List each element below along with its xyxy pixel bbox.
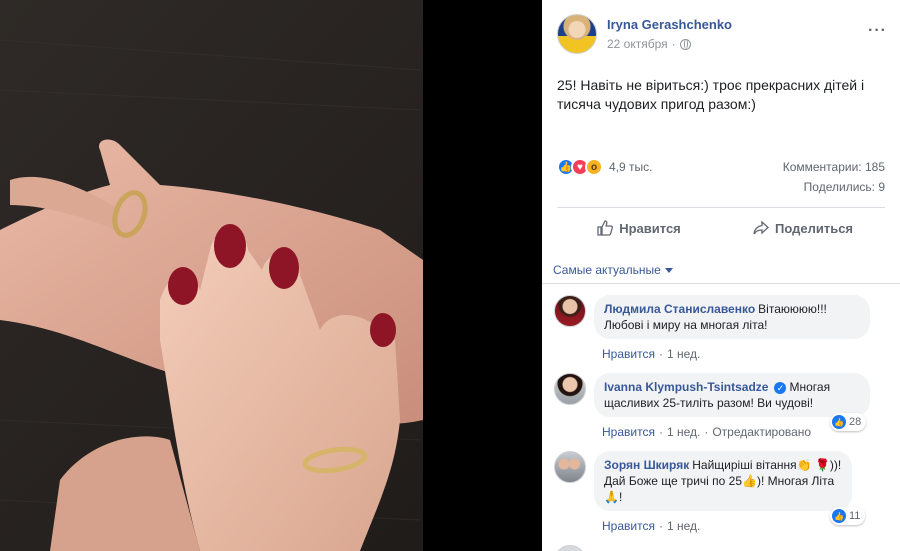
post-panel: Iryna Gerashchenko 22 октября · ··· 25! …: [542, 0, 900, 551]
divider: [557, 207, 885, 208]
caret-down-icon: [664, 268, 673, 274]
comment-text: )! Многая Літа: [756, 474, 835, 488]
share-button-label: Поделиться: [774, 220, 854, 236]
shares-count[interactable]: Поделились: 9: [804, 180, 885, 194]
thumbs-up-icon: [597, 220, 614, 236]
more-icon[interactable]: ···: [868, 22, 887, 40]
rose-emoji-icon: 🌹: [814, 458, 830, 472]
author-avatar[interactable]: [557, 14, 597, 54]
comment-like-button[interactable]: Нравится: [602, 425, 655, 439]
separator-dot: ·: [658, 425, 663, 439]
comment-actions: Нравится · 1 нед. · Отредактировано: [602, 425, 811, 439]
verified-badge-icon: ✓: [774, 381, 787, 394]
reaction-summary[interactable]: 👍 ♥ o 4,9 тыс.: [557, 157, 652, 177]
wow-reaction-icon: o: [585, 158, 603, 176]
commenter-avatar[interactable]: [554, 451, 586, 483]
thumbs-up-emoji-icon: 👍: [742, 474, 757, 488]
share-arrow-icon: [753, 220, 769, 235]
like-reaction-icon: 👍: [832, 415, 846, 429]
comments-count[interactable]: Комментарии: 185: [783, 160, 885, 174]
comment-bubble: Людмила Станиславенко Вітаюююю!!! Любові …: [594, 295, 870, 339]
comment-actions: Нравится · 1 нед.: [602, 519, 700, 533]
separator-dot: ·: [658, 519, 663, 533]
comment-sort-dropdown[interactable]: Самые актуальные: [553, 263, 673, 277]
comment-actions: Нравится · 1 нед.: [602, 347, 700, 361]
separator-dot: ·: [671, 37, 676, 51]
sort-label: Самые актуальные: [553, 263, 661, 277]
separator-dot: ·: [704, 425, 709, 439]
post-text: 25! Навіть не віриться:) троє прекрасних…: [557, 77, 865, 112]
comment-author[interactable]: Людмила Станиславенко: [604, 302, 755, 316]
photo-letterbox: [423, 0, 542, 551]
clapping-emoji-icon: 👏: [796, 458, 812, 472]
comment-author[interactable]: Зорян Шкиряк: [604, 458, 689, 472]
comment-bubble: Ivanna Klympush-Tsintsadze ✓ Многая щаслив…: [594, 373, 870, 417]
edited-label[interactable]: Отредактировано: [712, 425, 811, 439]
comment-time[interactable]: 1 нед.: [667, 519, 700, 533]
divider: [542, 283, 900, 284]
comment-like-button[interactable]: Нравится: [602, 519, 655, 533]
commenter-avatar[interactable]: [554, 545, 586, 551]
comment-reaction-number: 11: [849, 510, 861, 522]
commenter-avatar[interactable]: [554, 295, 586, 327]
comment-bubble: Зорян Шкиряк Найщиріші вітання👏 🌹))! Дай …: [594, 451, 852, 511]
comment-text: Найщиріші вітання: [692, 458, 797, 472]
post-date[interactable]: 22 октября: [607, 37, 668, 51]
comment-author[interactable]: Ivanna Klympush-Tsintsadze: [604, 380, 768, 394]
comment-text: !: [618, 490, 623, 504]
comment-time[interactable]: 1 нед.: [667, 347, 700, 361]
author-name[interactable]: Iryna Gerashchenko: [607, 17, 732, 32]
like-reaction-icon: 👍: [832, 509, 846, 523]
comment-reaction-count[interactable]: 👍 11: [830, 507, 866, 525]
comments-section: Самые актуальные Людмила Станиславенко Ві…: [542, 249, 900, 551]
post-meta: 22 октября ·: [607, 37, 691, 51]
praying-emoji-icon: 🙏: [604, 490, 619, 504]
reaction-count: 4,9 тыс.: [609, 160, 653, 174]
like-button[interactable]: Нравится: [557, 211, 721, 245]
comment-like-button[interactable]: Нравится: [602, 347, 655, 361]
share-button[interactable]: Поделиться: [721, 211, 885, 245]
like-button-label: Нравится: [619, 220, 681, 236]
comment-time[interactable]: 1 нед.: [667, 425, 700, 439]
commenter-avatar[interactable]: [554, 373, 586, 405]
comment-reaction-count[interactable]: 👍 28: [830, 413, 867, 431]
comment-reaction-number: 28: [849, 416, 862, 428]
separator-dot: ·: [658, 347, 663, 361]
post-header: Iryna Gerashchenko 22 октября · ···: [557, 14, 887, 56]
action-bar: Нравится Поделиться: [557, 211, 885, 245]
globe-icon[interactable]: [679, 38, 691, 50]
